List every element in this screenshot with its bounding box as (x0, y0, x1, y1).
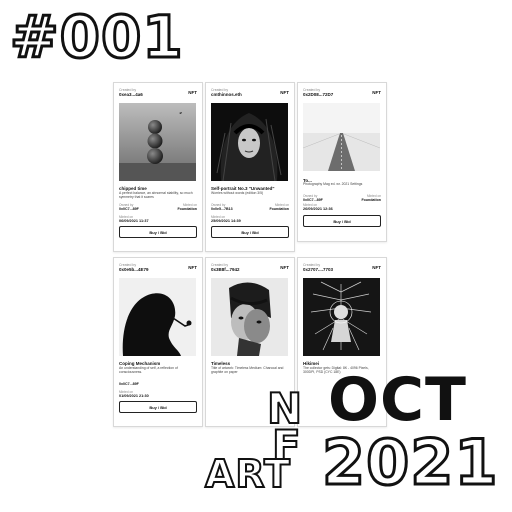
split-face-icon[interactable] (211, 278, 288, 356)
minted-date: 25/09/2021 14:39 (211, 219, 241, 223)
nft-badge: NFT (372, 265, 381, 270)
nft-badge: NFT (188, 90, 197, 95)
artwork-description: Worries without words (edition 3/5) (211, 191, 264, 195)
artwork-description: An understanding of self, a reflection o… (119, 366, 178, 375)
platform-name[interactable]: Foundation (177, 207, 197, 211)
artwork-description: Photography Mag ed. wr. 2021 Settings (303, 182, 363, 186)
creator-address[interactable]: 0x0e5b...4E79 (119, 267, 149, 272)
nft-badge: NFT (280, 90, 289, 95)
road-icon[interactable] (303, 103, 380, 171)
month-label: OCT (328, 365, 467, 435)
portrait-icon[interactable] (211, 103, 288, 181)
issue-number: #001 (9, 3, 185, 71)
minted-date: 01/09/2021 21:30 (119, 394, 149, 398)
spheres-icon[interactable] (119, 103, 196, 181)
owner-address[interactable]: 0x0C7...89F (119, 207, 139, 211)
nft-card[interactable]: Created by 0x0e5b...4E79 NFT Coping Mech… (113, 257, 203, 427)
creator-address[interactable]: cmthinnos.eth (211, 92, 242, 97)
year-label: 2021 (321, 426, 500, 499)
buy-bid-button[interactable]: Buy / Bid (303, 215, 381, 227)
nft-badge: NFT (372, 90, 381, 95)
buy-bid-button[interactable]: Buy / Bid (211, 226, 289, 238)
creator-address[interactable]: 0x3B8f...7942 (211, 267, 240, 272)
brand-word-art: ART (204, 452, 291, 496)
minted-date: 06/09/2021 11:37 (119, 219, 149, 223)
platform-name[interactable]: Foundation (361, 198, 381, 202)
nft-card[interactable]: Created by cmthinnos.eth NFT Self-portra… (205, 82, 295, 252)
owner-address[interactable]: 0x0C7...89F (119, 382, 139, 386)
artwork-description: A perfect balance, an abnormal stability… (119, 191, 193, 200)
artwork-description: Title of artwork: Timeless Medium: Charc… (211, 366, 284, 375)
minted-date: 26/09/2021 12:36 (303, 207, 333, 211)
nft-badge: NFT (188, 265, 197, 270)
creator-address[interactable]: 0xea3...4a6 (119, 92, 143, 97)
platform-name[interactable]: Foundation (269, 207, 289, 211)
creator-address[interactable]: 0x2707....7703 (303, 267, 333, 272)
silhouette-icon[interactable] (119, 278, 196, 356)
ornate-figure-icon[interactable] (303, 278, 380, 356)
owner-address[interactable]: 0x0C7...89F (303, 198, 323, 202)
buy-bid-button[interactable]: Buy / Bid (119, 226, 197, 238)
owner-address[interactable]: 0x0e5...7B13 (211, 207, 233, 211)
nft-card[interactable]: Created by 0x2D08...72D7 NFT To... Photo… (297, 82, 387, 242)
creator-address[interactable]: 0x2D08...72D7 (303, 92, 333, 97)
nft-card[interactable]: Created by 0xea3...4a6 NFT chipped time … (113, 82, 203, 252)
nft-badge: NFT (280, 265, 289, 270)
buy-bid-button[interactable]: Buy / Bid (119, 401, 197, 413)
